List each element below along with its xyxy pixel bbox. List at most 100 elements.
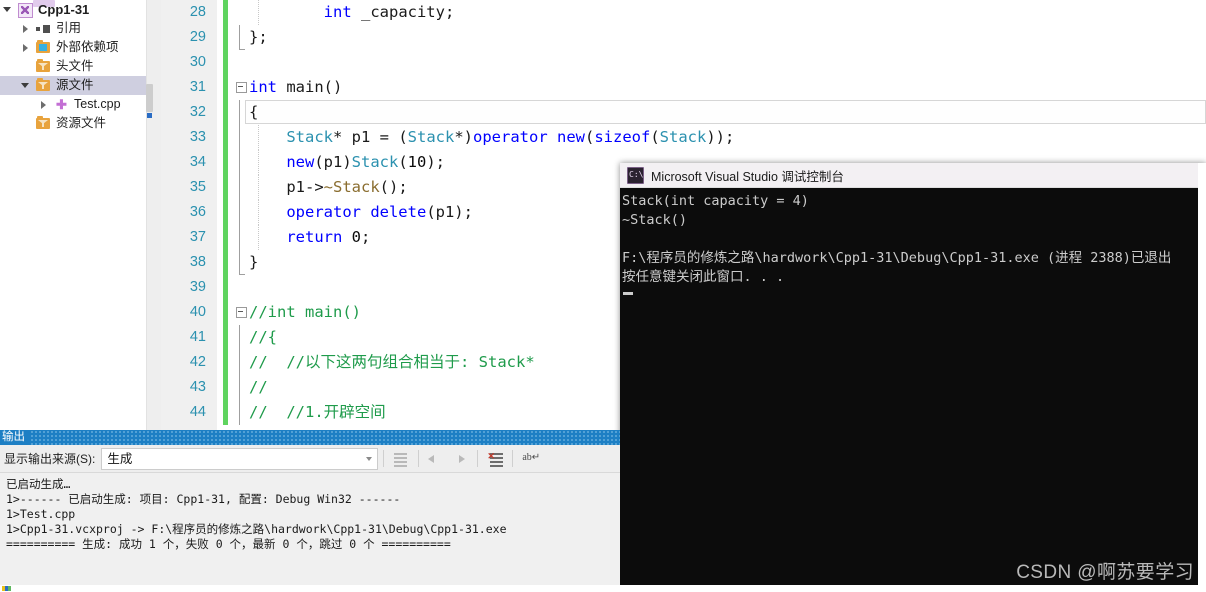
- change-indicator-bar: [223, 300, 228, 325]
- clear-all-icon[interactable]: ✕: [485, 449, 505, 469]
- fold-toggle[interactable]: [235, 75, 248, 100]
- code-line-28[interactable]: 28 int _capacity;: [161, 0, 1206, 25]
- tree-item-label: Test.cpp: [74, 97, 121, 111]
- tree-item-5[interactable]: ✚ Test.cpp: [0, 95, 146, 114]
- code-token: (p1): [314, 153, 352, 171]
- output-panel[interactable]: 输出 显示输出来源(S): 生成 ✕ ab↵ 已启动生成… 1>------ 已…: [0, 430, 620, 585]
- tree-item-label: 头文件: [56, 59, 94, 73]
- code-token: //: [249, 378, 268, 396]
- tree-item-4[interactable]: 源文件: [0, 76, 146, 95]
- output-panel-title: 输出: [2, 431, 25, 443]
- code-token: (p1);: [426, 203, 473, 221]
- solution-tree[interactable]: Cpp1-31 引用外部依赖项头文件源文件 ✚ Test.cpp 资源文件: [0, 0, 146, 133]
- code-text: int main(): [249, 75, 342, 100]
- code-text: //{: [249, 325, 277, 350]
- go-to-next-message-icon[interactable]: [450, 449, 470, 469]
- code-line-29[interactable]: 29};: [161, 25, 1206, 50]
- chevron-right-icon[interactable]: [19, 19, 31, 38]
- code-text: p1->~Stack();: [249, 175, 407, 200]
- line-number: 28: [189, 4, 206, 20]
- change-indicator-bar: [223, 375, 228, 400]
- console-title: Microsoft Visual Studio 调试控制台: [651, 169, 844, 184]
- console-title-bar[interactable]: C:\ Microsoft Visual Studio 调试控制台: [620, 163, 1206, 188]
- code-token: Stack: [659, 128, 707, 146]
- go-to-previous-message-icon[interactable]: [426, 449, 446, 469]
- line-number: 41: [189, 329, 206, 345]
- change-indicator-bar: [223, 250, 228, 275]
- tree-item-1[interactable]: 引用: [0, 19, 146, 38]
- debug-console-window[interactable]: C:\ Microsoft Visual Studio 调试控制台 Stack(…: [620, 163, 1206, 592]
- chevron-down-icon[interactable]: [19, 76, 31, 95]
- status-indicator-dot: [2, 586, 11, 591]
- code-token: operator new: [473, 128, 585, 146]
- output-toolbar[interactable]: 显示输出来源(S): 生成 ✕ ab↵: [0, 445, 620, 473]
- chevron-right-icon[interactable]: [19, 38, 31, 57]
- tree-item-label: 外部依赖项: [56, 40, 119, 54]
- current-line-highlight: [245, 100, 1206, 124]
- scope-bracket-line: [239, 225, 240, 250]
- references-icon: [36, 19, 52, 38]
- code-token: operator delete: [286, 203, 427, 221]
- console-icon-text: C:\: [629, 169, 644, 179]
- output-panel-header[interactable]: 输出: [0, 430, 620, 445]
- line-number: 43: [189, 379, 206, 395]
- code-text: {: [249, 100, 258, 125]
- scope-bracket-line: [239, 200, 240, 225]
- change-indicator-bar: [223, 25, 228, 50]
- chevron-down-icon[interactable]: [366, 456, 373, 461]
- code-token: return: [286, 228, 343, 246]
- toolbar-divider-2: [418, 450, 420, 467]
- change-indicator-bar: [223, 150, 228, 175]
- scope-bracket-line: [239, 325, 240, 350]
- explorer-editor-splitter[interactable]: [146, 0, 162, 430]
- line-number: 44: [189, 404, 206, 420]
- output-source-select[interactable]: 生成: [101, 447, 379, 470]
- tree-item-6[interactable]: 资源文件: [0, 114, 146, 133]
- tree-item-2[interactable]: 外部依赖项: [0, 38, 146, 57]
- code-text: };: [249, 25, 268, 50]
- tree-item-0[interactable]: Cpp1-31: [0, 0, 146, 19]
- right-edge-clip: [1198, 163, 1206, 592]
- find-message-in-code-icon[interactable]: [391, 449, 411, 469]
- line-number: 31: [189, 79, 206, 95]
- code-token: // //以下这两句组合相当于: Stack*: [249, 353, 535, 371]
- explorer-scrollbar-thumb[interactable]: [146, 84, 153, 112]
- code-token: main: [286, 78, 324, 96]
- toolbar-divider-4: [512, 450, 514, 467]
- code-line-33[interactable]: 33 Stack* p1 = (Stack*)operator new(size…: [161, 125, 1206, 150]
- line-number: 33: [189, 129, 206, 145]
- code-token: Stack: [407, 128, 455, 146]
- chevron-right-icon[interactable]: [37, 95, 49, 114]
- solution-explorer-panel[interactable]: Cpp1-31 引用外部依赖项头文件源文件 ✚ Test.cpp 资源文件: [0, 0, 146, 430]
- line-number: 37: [189, 229, 206, 245]
- filter-folder-icon: [36, 57, 52, 76]
- code-line-30[interactable]: 30: [161, 50, 1206, 75]
- scope-bracket-line: [239, 375, 240, 400]
- code-token: (: [650, 128, 660, 146]
- filter-folder-icon: [36, 114, 52, 133]
- toolbar-divider-3: [477, 450, 479, 467]
- scope-bracket-line: [239, 175, 240, 200]
- code-token: Stack: [351, 153, 399, 171]
- console-app-icon: C:\: [627, 166, 644, 184]
- project-icon: [18, 0, 34, 19]
- code-token: //{: [249, 328, 277, 346]
- code-text: Stack* p1 = (Stack*)operator new(sizeof(…: [249, 125, 734, 150]
- code-line-31[interactable]: 31 int main(): [161, 75, 1206, 100]
- tree-item-3[interactable]: 头文件: [0, 57, 146, 76]
- code-text: //: [249, 375, 268, 400]
- code-line-32[interactable]: 32 {: [161, 100, 1206, 125]
- chevron-down-icon[interactable]: [1, 0, 13, 19]
- scope-bracket-line: [239, 100, 240, 125]
- toggle-word-wrap-icon[interactable]: ab↵: [520, 449, 540, 469]
- fold-toggle[interactable]: [235, 300, 248, 325]
- toolbar-divider-1: [383, 450, 385, 467]
- code-token: ));: [706, 128, 735, 146]
- change-indicator-bar: [223, 75, 228, 100]
- output-source-label: 显示输出来源(S):: [4, 452, 96, 466]
- code-token: (): [323, 78, 343, 96]
- change-indicator-bar: [223, 200, 228, 225]
